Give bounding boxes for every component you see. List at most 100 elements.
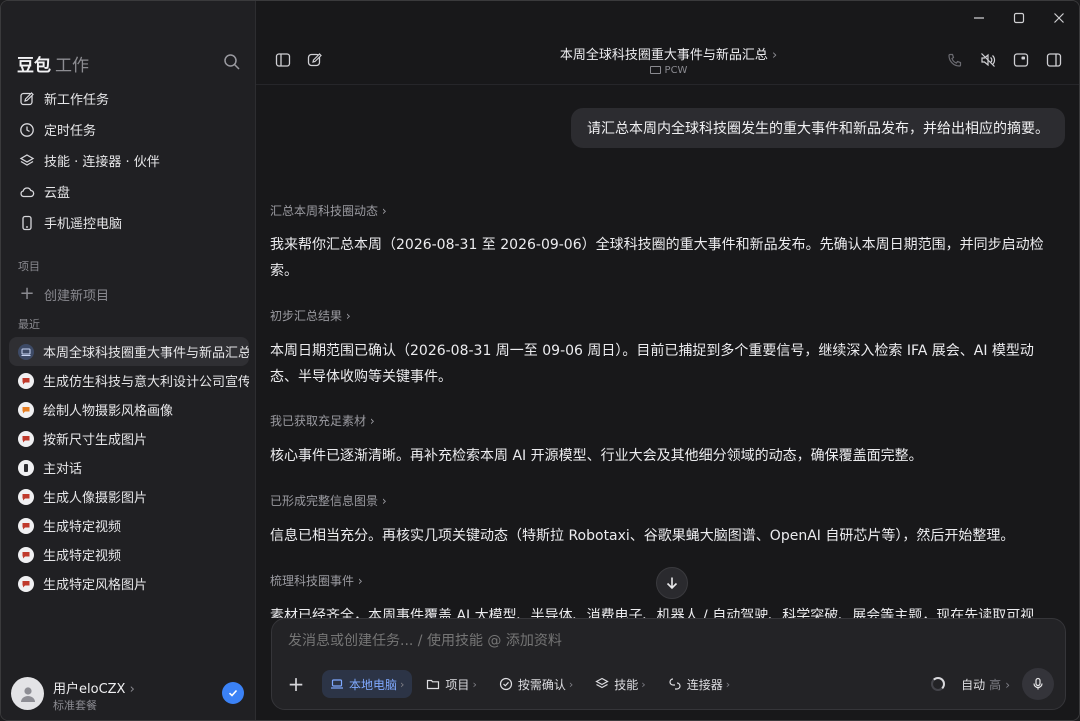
close-button[interactable] xyxy=(1039,1,1079,35)
step-text: 信息已相当充分。再核实几项关键动态（特斯拉 Robotaxi、谷歌果蝇大脑图谱、… xyxy=(270,528,1015,544)
loading-spinner-icon xyxy=(931,677,946,691)
voice-input-button[interactable] xyxy=(1022,668,1054,700)
create-project-label: 创建新项目 xyxy=(44,288,110,304)
chat-bubble-icon xyxy=(18,372,34,389)
step-header[interactable]: 已形成完整信息图景 › xyxy=(270,492,387,509)
chevron-right-icon: › xyxy=(129,682,135,697)
recent-item[interactable]: 绘制人物摄影风格画像 xyxy=(9,395,249,424)
sidebar-item-label: 定时任务 xyxy=(44,124,97,139)
sidebar-item-cloud[interactable]: 云盘 xyxy=(9,176,249,207)
recent-item-label: 本周全球科技圈重大事件与新品汇总 xyxy=(43,346,249,361)
user-icon xyxy=(20,686,35,702)
connector-icon xyxy=(668,677,682,691)
panel-right-icon xyxy=(1046,53,1062,67)
chevron-right-icon: › xyxy=(568,677,574,691)
cloud-icon xyxy=(19,184,35,200)
step-title: 我已获取充足素材 xyxy=(270,414,367,428)
chip-label: 按需确认 xyxy=(517,677,566,692)
user-name-text: 用户eloCZX xyxy=(53,682,126,697)
recent-item-label: 绘制人物摄影风格画像 xyxy=(43,404,174,419)
chevron-right-icon: › xyxy=(381,204,387,218)
recent-item[interactable]: 主对话 xyxy=(9,453,249,482)
sidebar-search-button[interactable] xyxy=(223,53,241,71)
step-title: 汇总本周科技圈动态 xyxy=(270,204,379,218)
confirm-mode-chip[interactable]: 按需确认 › xyxy=(491,670,581,698)
sidebar-item-label: 新工作任务 xyxy=(44,93,110,108)
composer-toolbar: + 本地电脑 › 项目 › 按需确认 › 技能 › 连接器 › 自动 高 › xyxy=(284,668,1054,700)
step-header[interactable]: 汇总本周科技圈动态 › xyxy=(270,202,387,219)
chevron-right-icon: › xyxy=(400,677,405,691)
laptop-icon xyxy=(330,677,344,691)
scroll-to-bottom-button[interactable] xyxy=(656,567,688,599)
maximize-icon xyxy=(1013,12,1025,24)
arrow-down-icon xyxy=(666,577,678,590)
window-controls xyxy=(959,1,1079,35)
create-project-button[interactable]: + 创建新项目 xyxy=(9,281,249,307)
share-button[interactable] xyxy=(1012,51,1030,69)
step-header[interactable]: 我已获取充足素材 › xyxy=(270,412,375,429)
chip-label: 连接器 xyxy=(686,677,723,692)
sidebar-item-remote[interactable]: 手机遥控电脑 xyxy=(9,207,249,238)
step-text: 我来帮你汇总本周（2026-08-31 至 2026-09-06）全球科技圈的重… xyxy=(270,237,1044,279)
chat-device-label: PCW xyxy=(664,65,688,76)
call-button[interactable] xyxy=(946,51,964,69)
step-text: 本周日期范围已确认（2026-08-31 周一至 09-06 周日）。目前已捕捉… xyxy=(270,343,1034,385)
project-chip[interactable]: 项目 › xyxy=(418,670,484,698)
sidebar-item-scheduled[interactable]: 定时任务 xyxy=(9,114,249,145)
chip-label: 本地电脑 xyxy=(349,677,398,692)
chip-label: 项目 xyxy=(445,677,470,692)
recent-item[interactable]: 生成仿生科技与意大利设计公司宣传 xyxy=(9,366,249,395)
recent-item[interactable]: 生成特定风格图片 xyxy=(9,569,249,598)
step-title: 梳理科技圈事件 xyxy=(270,574,355,588)
check-circle-icon xyxy=(499,677,513,691)
minimize-icon xyxy=(974,17,984,19)
recent-item[interactable]: 生成人像摄影图片 xyxy=(9,482,249,511)
chevron-right-icon: › xyxy=(472,677,477,691)
recent-section-label: 最近 xyxy=(18,318,40,331)
skills-chip[interactable]: 技能 › xyxy=(587,670,653,698)
mode-level: 高 xyxy=(989,677,1002,692)
message-composer: + 本地电脑› 项目› 按需确认› 技能› xyxy=(271,618,1066,710)
user-profile[interactable]: 用户eloCZX › 标准套餐 xyxy=(11,676,249,712)
sidebar-item-label: 手机遥控电脑 xyxy=(44,217,123,232)
mute-button[interactable] xyxy=(979,51,997,69)
recent-item[interactable]: 本周全球科技圈重大事件与新品汇总 xyxy=(9,337,249,366)
brand-subtitle: 工作 xyxy=(55,56,89,76)
step-header[interactable]: 梳理科技圈事件 › xyxy=(270,572,363,589)
pc-icon xyxy=(649,66,661,74)
chat-bubble-icon xyxy=(18,430,34,447)
sidebar-item-new-task[interactable]: 新工作任务 xyxy=(9,83,249,114)
chevron-right-icon: › xyxy=(345,309,351,323)
attach-button[interactable]: + xyxy=(284,672,308,696)
folder-icon xyxy=(426,677,440,691)
connector-chip[interactable]: 连接器 › xyxy=(660,670,738,698)
minimize-button[interactable] xyxy=(959,1,999,35)
chip-label: 技能 xyxy=(614,677,639,692)
message-input[interactable] xyxy=(288,633,1028,649)
chevron-right-icon: › xyxy=(725,677,731,691)
local-computer-chip[interactable]: 本地电脑 › xyxy=(322,670,413,698)
brand-name: 豆包 xyxy=(17,56,51,76)
sidebar-item-skills[interactable]: 技能 · 连接器 · 伙伴 xyxy=(9,145,249,176)
search-icon xyxy=(224,54,240,70)
recent-item-label: 生成仿生科技与意大利设计公司宣传 xyxy=(43,375,249,390)
chevron-right-icon: › xyxy=(641,677,646,691)
recent-item[interactable]: 按新尺寸生成图片 xyxy=(9,424,249,453)
chevron-right-icon: › xyxy=(381,494,387,508)
phone-icon xyxy=(18,459,34,476)
chat-bubble-icon xyxy=(18,517,34,534)
maximize-button[interactable] xyxy=(999,1,1039,35)
step-title: 初步汇总结果 xyxy=(270,309,343,323)
app-window: 豆包 工作 新工作任务 定时任务 技能 · 连接器 · 伙伴 云盘 手机遥控电脑… xyxy=(0,0,1080,721)
recent-item[interactable]: 生成特定视频 xyxy=(9,540,249,569)
header-right-tools xyxy=(946,51,1063,69)
right-panel-button[interactable] xyxy=(1045,51,1063,69)
step-header[interactable]: 初步汇总结果 › xyxy=(270,307,351,324)
verified-badge[interactable] xyxy=(222,682,244,704)
mode-selector[interactable]: 自动高 › xyxy=(961,676,1010,693)
recent-item-label: 主对话 xyxy=(43,462,83,477)
close-icon xyxy=(1054,13,1064,23)
recent-item-label: 生成人像摄影图片 xyxy=(43,491,148,506)
recent-item[interactable]: 生成特定视频 xyxy=(9,511,249,540)
main-panel: 本周全球科技圈重大事件与新品汇总 › PCW 请汇总本周内全球科技圈发生的重大事… xyxy=(256,1,1079,720)
